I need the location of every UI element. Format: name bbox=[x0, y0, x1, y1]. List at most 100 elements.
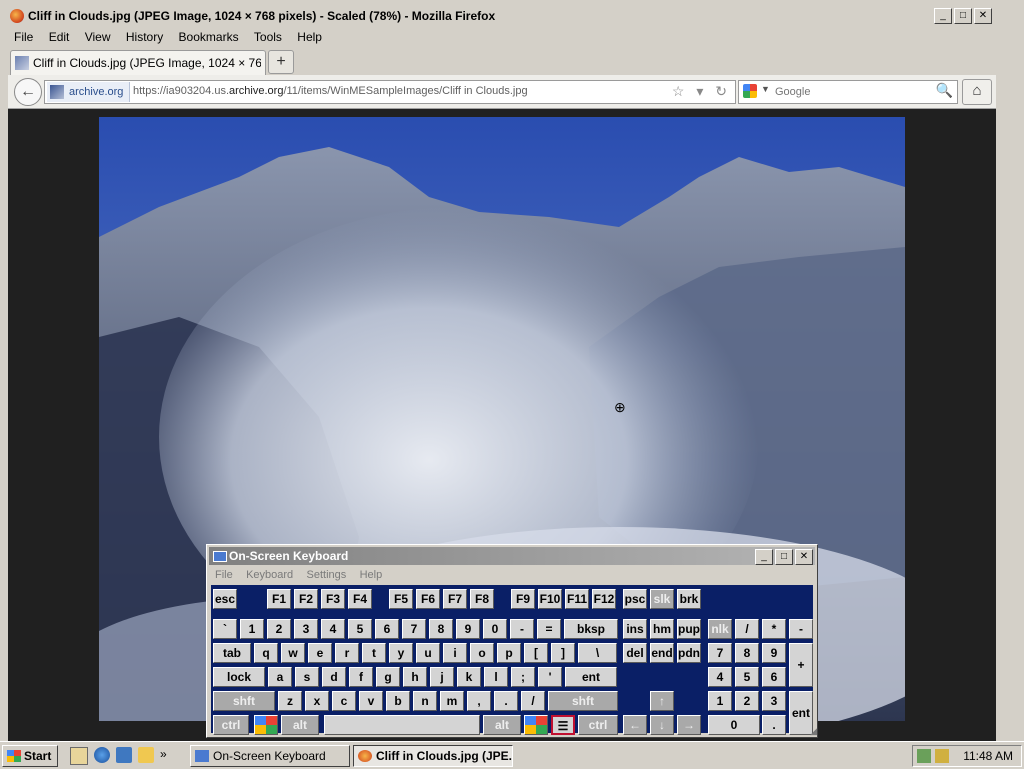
osk-key[interactable]: n bbox=[413, 691, 437, 711]
osk-key[interactable]: → bbox=[677, 715, 701, 735]
osk-key[interactable]: ] bbox=[551, 643, 575, 663]
osk-key[interactable]: 0 bbox=[483, 619, 507, 639]
osk-key[interactable]: * bbox=[762, 619, 786, 639]
osk-key[interactable]: F6 bbox=[416, 589, 440, 609]
windows-key-icon[interactable] bbox=[524, 715, 548, 735]
osk-key[interactable]: - bbox=[789, 619, 813, 639]
osk-key[interactable]: 4 bbox=[321, 619, 345, 639]
osk-key[interactable]: 4 bbox=[708, 667, 732, 687]
start-button[interactable]: Start bbox=[2, 745, 58, 767]
osk-key[interactable]: 6 bbox=[375, 619, 399, 639]
osk-key[interactable]: F5 bbox=[389, 589, 413, 609]
osk-key[interactable]: e bbox=[308, 643, 332, 663]
osk-key[interactable]: o bbox=[470, 643, 494, 663]
osk-menu-file[interactable]: File bbox=[215, 567, 233, 583]
osk-key[interactable]: l bbox=[484, 667, 508, 687]
osk-key[interactable]: ↓ bbox=[650, 715, 674, 735]
osk-key[interactable]: . bbox=[494, 691, 518, 711]
osk-key[interactable]: lock bbox=[213, 667, 265, 687]
osk-key[interactable]: alt bbox=[483, 715, 521, 735]
osk-key[interactable]: 9 bbox=[762, 643, 786, 663]
maximize-button[interactable]: □ bbox=[954, 8, 972, 24]
osk-key[interactable]: s bbox=[295, 667, 319, 687]
osk-key[interactable]: 3 bbox=[762, 691, 786, 711]
osk-key[interactable]: F9 bbox=[511, 589, 535, 609]
url-bar[interactable]: archive.org https://ia903204.us.archive.… bbox=[44, 80, 736, 104]
osk-key[interactable]: t bbox=[362, 643, 386, 663]
url-text[interactable]: https://ia903204.us.archive.org/11/items… bbox=[133, 85, 528, 97]
osk-key[interactable]: c bbox=[332, 691, 356, 711]
site-identity-button[interactable]: archive.org bbox=[47, 82, 131, 102]
osk-key[interactable]: shft bbox=[213, 691, 275, 711]
osk-minimize-button[interactable]: _ bbox=[755, 549, 773, 565]
osk-key[interactable]: w bbox=[281, 643, 305, 663]
osk-key[interactable]: m bbox=[440, 691, 464, 711]
osk-menu-help[interactable]: Help bbox=[360, 567, 383, 583]
osk-key[interactable]: F1 bbox=[267, 589, 291, 609]
windows-explorer-icon[interactable] bbox=[138, 747, 154, 763]
osk-key[interactable]: tab bbox=[213, 643, 251, 663]
network-icon[interactable] bbox=[917, 749, 931, 763]
osk-key[interactable]: x bbox=[305, 691, 329, 711]
osk-key[interactable]: psc bbox=[623, 589, 647, 609]
osk-key[interactable]: ↑ bbox=[650, 691, 674, 711]
osk-key[interactable]: , bbox=[467, 691, 491, 711]
quick-launch-more-icon[interactable]: » bbox=[160, 747, 176, 763]
osk-key[interactable]: f bbox=[349, 667, 373, 687]
osk-key[interactable]: \ bbox=[578, 643, 617, 663]
show-desktop-icon[interactable] bbox=[70, 747, 88, 765]
osk-key[interactable]: ins bbox=[623, 619, 647, 639]
osk-key[interactable]: nlk bbox=[708, 619, 732, 639]
osk-key[interactable]: F10 bbox=[538, 589, 562, 609]
internet-explorer-icon[interactable] bbox=[94, 747, 110, 763]
osk-key[interactable]: i bbox=[443, 643, 467, 663]
osk-key[interactable]: r bbox=[335, 643, 359, 663]
osk-key[interactable]: end bbox=[650, 643, 674, 663]
osk-key[interactable]: esc bbox=[213, 589, 237, 609]
osk-key[interactable]: 2 bbox=[735, 691, 759, 711]
osk-key[interactable]: 1 bbox=[708, 691, 732, 711]
outlook-icon[interactable] bbox=[116, 747, 132, 763]
osk-key[interactable]: d bbox=[322, 667, 346, 687]
osk-key[interactable]: F3 bbox=[321, 589, 345, 609]
osk-maximize-button[interactable]: □ bbox=[775, 549, 793, 565]
osk-key[interactable]: ` bbox=[213, 619, 237, 639]
osk-key[interactable]: 8 bbox=[735, 643, 759, 663]
osk-key[interactable]: - bbox=[510, 619, 534, 639]
osk-close-button[interactable]: ✕ bbox=[795, 549, 813, 565]
task-firefox[interactable]: Cliff in Clouds.jpg (JPE... bbox=[353, 745, 513, 767]
osk-key[interactable]: / bbox=[521, 691, 545, 711]
osk-key[interactable]: k bbox=[457, 667, 481, 687]
osk-key[interactable]: 9 bbox=[456, 619, 480, 639]
osk-key[interactable]: j bbox=[430, 667, 454, 687]
clock[interactable]: 11:48 AM bbox=[963, 749, 1013, 763]
home-button[interactable]: ⌂ bbox=[962, 79, 992, 105]
menu-file[interactable]: File bbox=[14, 28, 33, 46]
osk-key[interactable]: 8 bbox=[429, 619, 453, 639]
osk-key[interactable]: slk bbox=[650, 589, 674, 609]
menu-view[interactable]: View bbox=[85, 28, 111, 46]
osk-menu-keyboard[interactable]: Keyboard bbox=[246, 567, 293, 583]
osk-key[interactable]: 0 bbox=[708, 715, 760, 735]
osk-key[interactable]: 7 bbox=[402, 619, 426, 639]
osk-key[interactable]: shft bbox=[548, 691, 618, 711]
osk-key[interactable]: ' bbox=[538, 667, 562, 687]
volume-icon[interactable] bbox=[935, 749, 949, 763]
osk-key[interactable]: F8 bbox=[470, 589, 494, 609]
osk-key[interactable]: / bbox=[735, 619, 759, 639]
osk-key[interactable]: F7 bbox=[443, 589, 467, 609]
osk-key[interactable]: ent bbox=[565, 667, 617, 687]
osk-key[interactable]: hm bbox=[650, 619, 674, 639]
osk-key[interactable]: [ bbox=[524, 643, 548, 663]
new-tab-button[interactable]: + bbox=[268, 50, 294, 74]
osk-key[interactable]: z bbox=[278, 691, 302, 711]
osk-key[interactable]: p bbox=[497, 643, 521, 663]
menu-edit[interactable]: Edit bbox=[49, 28, 70, 46]
osk-key[interactable]: g bbox=[376, 667, 400, 687]
osk-key[interactable]: brk bbox=[677, 589, 701, 609]
search-input[interactable] bbox=[773, 83, 937, 101]
osk-key[interactable]: F11 bbox=[565, 589, 589, 609]
search-icon[interactable]: 🔍 bbox=[936, 82, 953, 99]
menu-history[interactable]: History bbox=[126, 28, 163, 46]
osk-menu-settings[interactable]: Settings bbox=[307, 567, 347, 583]
